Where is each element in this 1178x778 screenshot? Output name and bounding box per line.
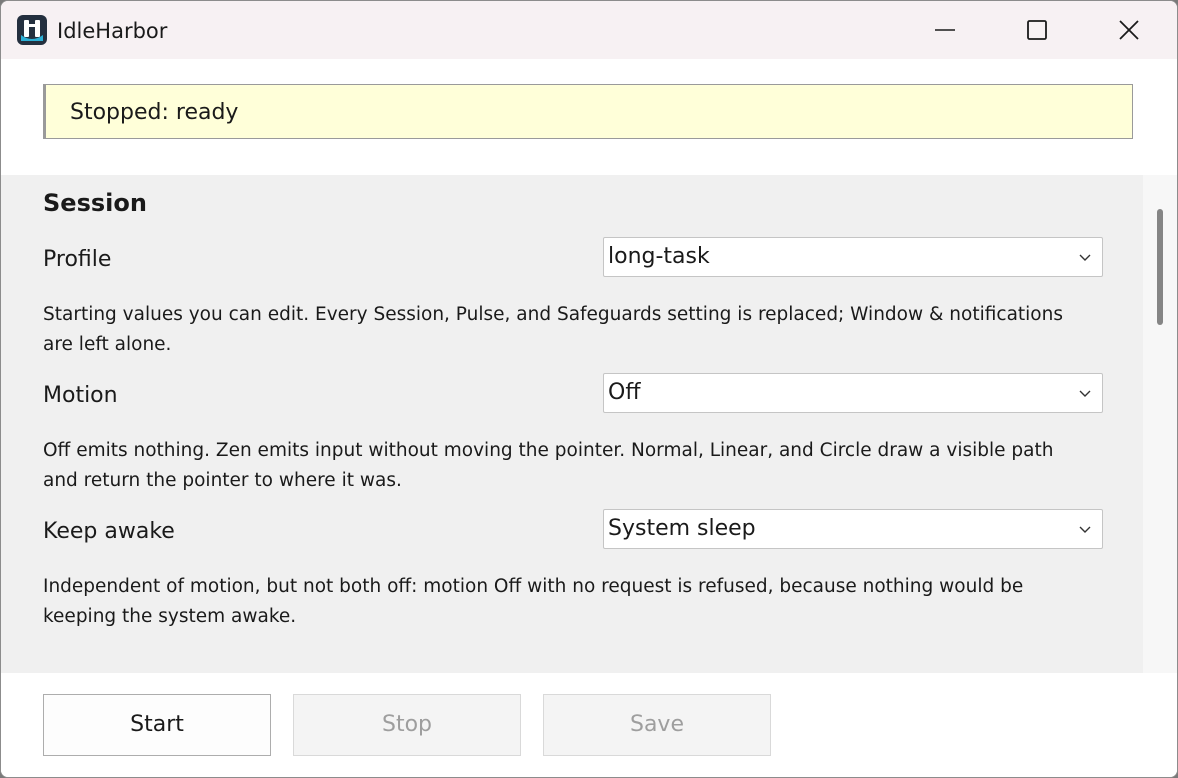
profile-dropdown[interactable]: long-task bbox=[603, 237, 1103, 277]
app-logo-icon bbox=[17, 15, 47, 45]
close-button[interactable] bbox=[1083, 1, 1175, 59]
start-button[interactable]: Start bbox=[43, 694, 271, 756]
close-icon bbox=[1119, 20, 1139, 40]
keep-awake-dropdown-value: System sleep bbox=[608, 516, 756, 541]
profile-dropdown-value: long-task bbox=[608, 244, 710, 269]
vertical-scrollbar[interactable] bbox=[1143, 175, 1177, 673]
window-title: IdleHarbor bbox=[57, 19, 168, 43]
profile-help-text: Starting values you can edit. Every Sess… bbox=[43, 304, 1063, 355]
keep-awake-label: Keep awake bbox=[43, 519, 175, 544]
status-banner: Stopped: ready bbox=[43, 84, 1133, 139]
keep-awake-help-text: Independent of motion, but not both off:… bbox=[43, 576, 1024, 627]
motion-help-text: Off emits nothing. Zen emits input witho… bbox=[43, 440, 1054, 491]
maximize-button[interactable] bbox=[991, 1, 1083, 59]
app-window: IdleHarbor Stopped: ready Session Profil… bbox=[0, 0, 1178, 778]
keep-awake-dropdown[interactable]: System sleep bbox=[603, 509, 1103, 549]
stop-button[interactable]: Stop bbox=[293, 694, 521, 756]
motion-dropdown[interactable]: Off bbox=[603, 373, 1103, 413]
status-text: Stopped: ready bbox=[70, 100, 239, 125]
minimize-button[interactable] bbox=[899, 1, 991, 59]
chevron-down-icon bbox=[1079, 254, 1091, 261]
action-bar: Start Stop Save bbox=[1, 673, 1177, 777]
section-title-session: Session bbox=[43, 189, 147, 217]
chevron-down-icon bbox=[1079, 526, 1091, 533]
motion-label: Motion bbox=[43, 383, 118, 408]
minimize-icon bbox=[935, 29, 955, 31]
scrollbar-thumb[interactable] bbox=[1157, 209, 1163, 325]
maximize-icon bbox=[1027, 20, 1047, 40]
chevron-down-icon bbox=[1079, 390, 1091, 397]
save-button[interactable]: Save bbox=[543, 694, 771, 756]
profile-label: Profile bbox=[43, 247, 112, 272]
settings-panel: Session Profile long-task Starting value… bbox=[1, 175, 1143, 673]
motion-dropdown-value: Off bbox=[608, 380, 641, 405]
title-bar[interactable]: IdleHarbor bbox=[1, 1, 1177, 59]
